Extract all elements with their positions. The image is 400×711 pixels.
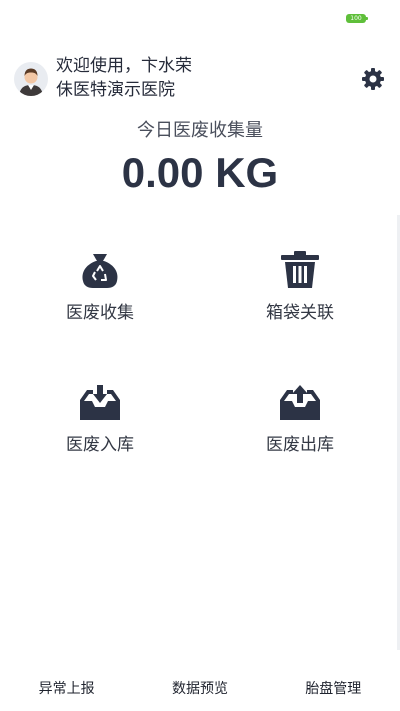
battery-icon: 100 bbox=[346, 14, 368, 23]
action-grid: 医废收集 箱袋关联 医废入库 医废出库 bbox=[0, 250, 400, 470]
trash-bin-icon bbox=[281, 251, 319, 288]
today-collection-label: 今日医废收集量 bbox=[137, 120, 263, 141]
nav-exception-report[interactable]: 异常上报 bbox=[0, 678, 133, 698]
waste-collection-button[interactable]: 医废收集 bbox=[0, 250, 200, 340]
welcome-text: 欢迎使用，卞水荣 bbox=[56, 56, 192, 76]
waste-collection-label: 医废收集 bbox=[66, 303, 134, 323]
greeting: 欢迎使用，卞水荣 佅医特演示医院 bbox=[56, 54, 192, 102]
nav-placenta-management[interactable]: 胎盘管理 bbox=[267, 678, 400, 698]
inbox-out-icon bbox=[280, 385, 320, 420]
waste-storage-in-label: 医废入库 bbox=[66, 435, 134, 455]
header: 欢迎使用，卞水荣 佅医特演示医院 bbox=[14, 54, 386, 106]
today-collection-value: 0.00 KG bbox=[121, 149, 279, 196]
inbox-in-icon bbox=[80, 385, 120, 420]
recycle-bag-icon bbox=[82, 254, 118, 288]
waste-storage-out-label: 医废出库 bbox=[266, 435, 334, 455]
avatar[interactable] bbox=[14, 62, 48, 96]
status-bar: 100 bbox=[0, 0, 400, 36]
nav-data-preview[interactable]: 数据预览 bbox=[133, 678, 266, 698]
hospital-name: 佅医特演示医院 bbox=[56, 80, 175, 100]
box-bag-link-label: 箱袋关联 bbox=[266, 303, 334, 323]
box-bag-link-button[interactable]: 箱袋关联 bbox=[200, 250, 400, 340]
collection-summary: 今日医废收集量 0.00 KG bbox=[0, 118, 400, 198]
settings-gear-icon[interactable] bbox=[360, 66, 386, 92]
waste-storage-out-button[interactable]: 医废出库 bbox=[200, 384, 400, 474]
bottom-nav: 异常上报 数据预览 胎盘管理 bbox=[0, 665, 400, 711]
waste-storage-in-button[interactable]: 医废入库 bbox=[0, 384, 200, 474]
